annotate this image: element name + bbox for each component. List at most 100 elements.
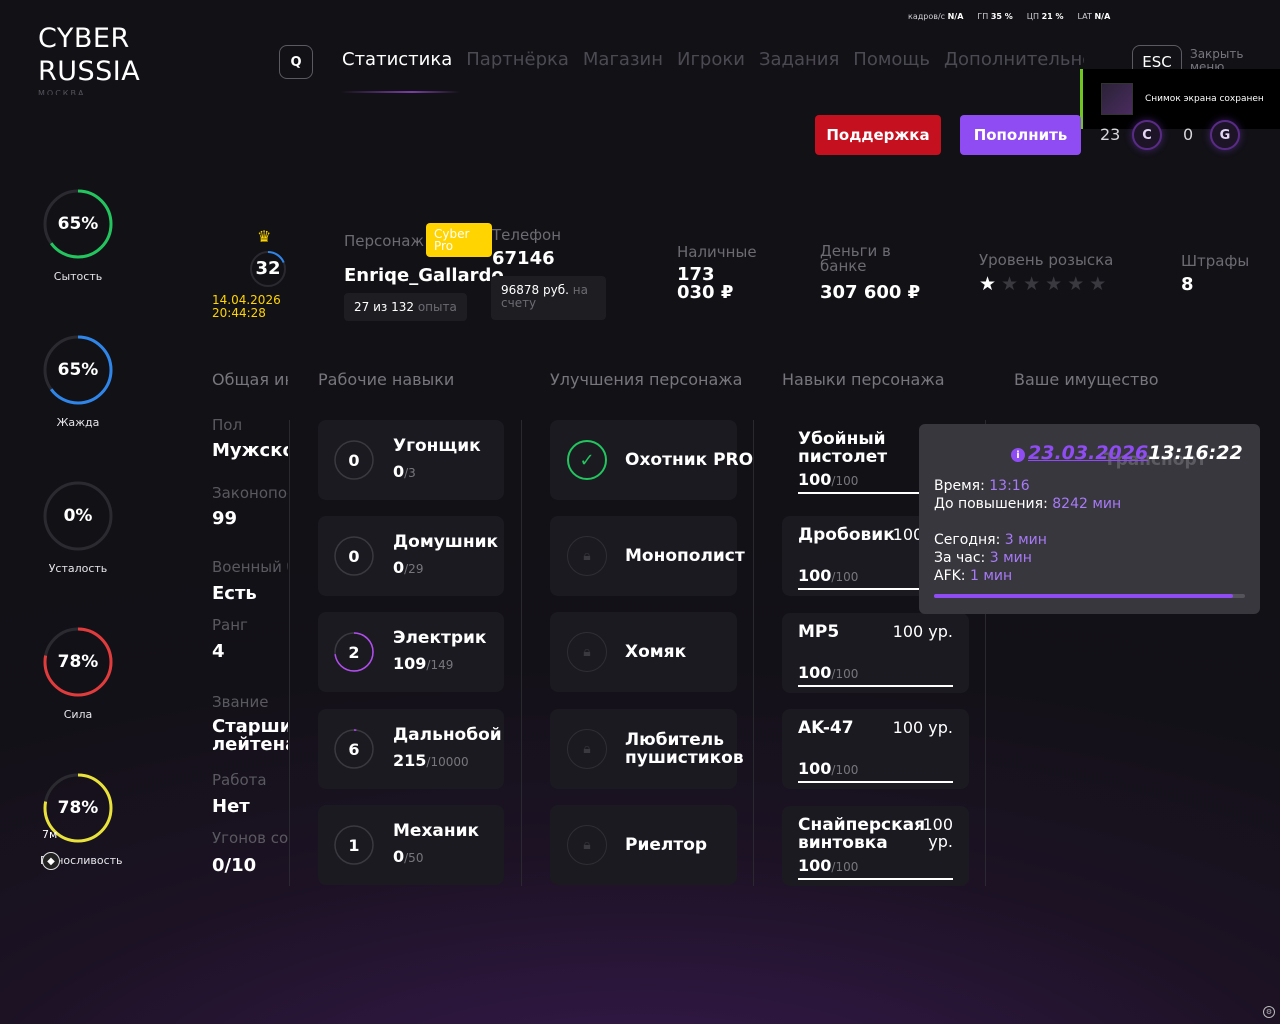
- work-skill-card[interactable]: 0 Угонщик 0/3: [318, 420, 504, 500]
- skill-level: 2: [348, 642, 360, 662]
- skill-title: Электрик: [393, 628, 487, 648]
- weapon-level: 100 ур.: [922, 815, 953, 851]
- section-work-skills[interactable]: Рабочие навыки: [318, 370, 454, 389]
- upgrade-card[interactable]: 🔒︎ Монополист: [550, 516, 745, 596]
- general-info-value: 4: [212, 641, 225, 662]
- section-property[interactable]: Ваше имущество: [1014, 370, 1159, 389]
- search-button[interactable]: Q: [279, 45, 313, 79]
- work-skill-card[interactable]: 6 Дальнобой 215/10000: [318, 709, 504, 789]
- phone-balance: 96878 руб.: [501, 283, 569, 297]
- skill-progress-max: /29: [404, 562, 424, 576]
- xp-current: 27 из 132: [354, 300, 414, 314]
- section-general-info[interactable]: Общая информация: [212, 370, 288, 389]
- work-skill-card[interactable]: 0 Домушник 0/29: [318, 516, 504, 596]
- weapon-progress-max: /100: [831, 667, 859, 681]
- need-label: Сытость: [53, 270, 103, 283]
- coin-c-icon: C: [1132, 120, 1162, 150]
- upgrade-card[interactable]: ✓ Охотник PRO: [550, 420, 753, 500]
- column-divider: [289, 420, 290, 886]
- wanted-star-icon: ★: [1001, 273, 1019, 295]
- nav-tab[interactable]: Дополнительно: [944, 49, 1084, 70]
- crown-icon: ♛: [257, 227, 272, 246]
- nav-tab[interactable]: Магазин: [583, 49, 663, 70]
- weapon-title: Убойный пистолет: [798, 429, 888, 467]
- general-info-value: Нет: [212, 796, 250, 817]
- skill-progress-current: 215: [393, 751, 427, 770]
- tooltip-afk-row: AFK: 1 мин: [934, 568, 1012, 584]
- coin-c-count: 23: [1100, 125, 1121, 144]
- upgrade-title: Хомяк: [625, 642, 687, 662]
- info-icon: i: [1011, 448, 1025, 462]
- tooltip-promo-label: До повышения:: [934, 496, 1048, 512]
- overlay-small-text: 7м: [42, 828, 58, 841]
- weapon-progress-current: 100: [798, 759, 832, 778]
- tooltip-hour-value: 3 мин: [989, 550, 1032, 566]
- upgrade-card[interactable]: 🔒︎ Любитель пушистиков: [550, 709, 744, 789]
- skill-title: Домушник: [393, 532, 499, 552]
- section-skills[interactable]: Навыки персонажа: [782, 370, 945, 389]
- skill-level: 6: [348, 739, 360, 759]
- player-datetime: 14.04.2026 20:44:28: [212, 294, 281, 320]
- overlay-diamond-icon: ◆: [42, 852, 60, 870]
- upgrade-title: Монополист: [625, 546, 745, 566]
- weapon-level: 100 ур.: [892, 718, 953, 737]
- general-info-value: 0/10: [212, 855, 257, 876]
- upgrade-card[interactable]: 🔒︎ Хомяк: [550, 612, 737, 692]
- active-tab-underline: [340, 91, 460, 93]
- weapon-progress: 100/100: [798, 856, 858, 875]
- logo: CYBER RUSSIA: [38, 22, 140, 88]
- section-upgrades[interactable]: Улучшения персонажа: [550, 370, 742, 389]
- nav-tab[interactable]: Помощь: [853, 49, 930, 70]
- weapon-skill-card[interactable]: Снайперская винтовка 100 ур. 100/100: [782, 806, 969, 886]
- skill-progress-max: /3: [404, 466, 416, 480]
- upgrade-title: Риелтор: [625, 835, 708, 855]
- nav-tab[interactable]: Игроки: [677, 49, 745, 70]
- skill-progress-current: 109: [393, 654, 427, 673]
- skill-progress-max: /10000: [426, 755, 469, 769]
- weapon-progress-current: 100: [798, 470, 832, 489]
- nav-tab[interactable]: Статистика: [342, 49, 452, 70]
- weapon-progress-max: /100: [831, 763, 859, 777]
- general-info-label: Звание: [212, 693, 269, 711]
- tooltip-hour-row: За час: 3 мин: [934, 550, 1032, 566]
- support-button[interactable]: Поддержка: [815, 115, 941, 155]
- weapon-skill-card[interactable]: AK-47 100 ур. 100/100: [782, 709, 969, 789]
- work-skill-card[interactable]: 1 Механик 0/50: [318, 805, 504, 885]
- topup-button[interactable]: Пополнить: [960, 115, 1081, 155]
- phone-balance-pill: 96878 руб. на счету: [491, 276, 606, 320]
- settings-corner-icon[interactable]: ⚙: [1263, 1006, 1275, 1018]
- need-value: 78%: [57, 652, 99, 672]
- need-value: 0%: [63, 506, 93, 526]
- skill-title: Дальнобой: [393, 725, 502, 745]
- weapon-progress-max: /100: [831, 860, 859, 874]
- character-name: Enriqe_Gallardo: [344, 265, 504, 286]
- time-tooltip: Транспорт i 23.03.202613:16:22 Время: 13…: [919, 424, 1260, 614]
- weapon-progress: 100/100: [798, 470, 858, 489]
- logo-line2: RUSSIA: [38, 56, 141, 87]
- general-info-label: Законопослушность: [212, 484, 288, 502]
- upgrade-card[interactable]: 🔒︎ Риелтор: [550, 805, 737, 885]
- nav-tab[interactable]: Задания: [759, 49, 839, 70]
- work-skill-card[interactable]: 2 Электрик 109/149: [318, 612, 504, 692]
- need-stat: 78% Сила: [40, 626, 116, 721]
- tooltip-today-row: Сегодня: 3 мин: [934, 532, 1047, 548]
- logo-subtitle: МОСКВА: [38, 89, 86, 95]
- general-info-value: Есть: [212, 583, 257, 604]
- cyber-pro-badge: Cyber Pro: [426, 223, 492, 257]
- tooltip-today-label: Сегодня:: [934, 532, 1001, 548]
- weapon-skill-card[interactable]: MP5 100 ур. 100/100: [782, 613, 969, 693]
- xp-suffix: опыта: [417, 300, 457, 314]
- skill-progress-current: 0: [393, 558, 405, 577]
- nav-tab[interactable]: Партнёрка: [466, 49, 569, 70]
- skill-progress-max: /149: [426, 658, 454, 672]
- fines-value: 8: [1181, 274, 1194, 295]
- need-stat: 0% Усталость: [40, 480, 116, 575]
- wanted-star-icon: ★: [1089, 273, 1107, 295]
- skill-progress: 0/3: [393, 462, 416, 481]
- column-divider: [753, 420, 754, 886]
- cash-label: Наличные: [677, 243, 757, 261]
- bank-label: Деньги в банке: [820, 242, 891, 275]
- general-info-value: Мужской: [212, 440, 288, 461]
- coin-g-icon: G: [1210, 120, 1240, 150]
- general-info-list: Пол Мужской Законопослушность 99 Военный бил…: [212, 410, 288, 890]
